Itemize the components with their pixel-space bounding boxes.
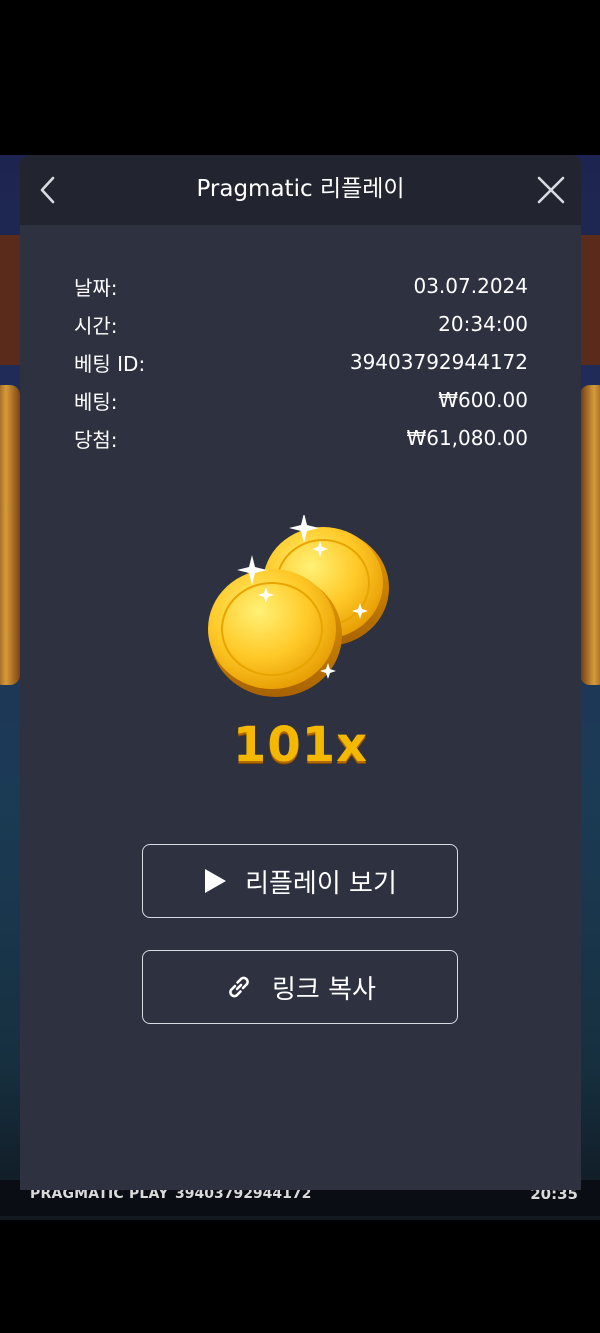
info-row-time: 시간: 20:34:00	[74, 305, 528, 343]
info-row-bet-id: 베팅 ID: 39403792944172	[74, 343, 528, 381]
modal-title: Pragmatic 리플레이	[196, 176, 405, 202]
background-frame-right	[580, 385, 600, 685]
info-label: 날짜:	[74, 275, 118, 300]
close-icon	[537, 176, 565, 204]
info-value: ₩600.00	[438, 388, 528, 412]
replay-modal: Pragmatic 리플레이 날짜: 03.07.2024 시간: 20:34:…	[20, 155, 581, 1190]
background-frame-left	[0, 385, 20, 685]
info-value: 39403792944172	[349, 350, 528, 374]
play-icon	[205, 869, 227, 893]
chevron-left-icon	[40, 176, 55, 204]
copy-link-label: 링크 복사	[272, 974, 376, 1005]
bet-info-list: 날짜: 03.07.2024 시간: 20:34:00 베팅 ID: 39403…	[74, 267, 528, 457]
gold-coins-icon	[208, 515, 389, 697]
info-row-win: 당첨: ₩61,080.00	[74, 419, 528, 457]
background-pillar-right	[578, 235, 600, 365]
copy-link-button[interactable]: 링크 복사	[142, 950, 458, 1024]
info-value: ₩61,080.00	[406, 426, 528, 450]
info-value: 20:34:00	[438, 312, 528, 336]
view-replay-label: 리플레이 보기	[245, 868, 397, 899]
win-multiplier: 101x	[232, 717, 369, 773]
info-value: 03.07.2024	[413, 274, 528, 298]
modal-header: Pragmatic 리플레이	[20, 155, 581, 225]
back-button[interactable]	[28, 170, 68, 210]
close-button[interactable]	[531, 170, 571, 210]
info-label: 베팅 ID:	[74, 351, 146, 376]
view-replay-button[interactable]: 리플레이 보기	[142, 844, 458, 918]
background-pillar-left	[0, 235, 22, 365]
info-label: 당첨:	[74, 427, 118, 452]
link-icon	[229, 976, 249, 998]
info-row-bet: 베팅: ₩600.00	[74, 381, 528, 419]
info-row-date: 날짜: 03.07.2024	[74, 267, 528, 305]
info-label: 시간:	[74, 313, 118, 338]
info-label: 베팅:	[74, 389, 118, 414]
